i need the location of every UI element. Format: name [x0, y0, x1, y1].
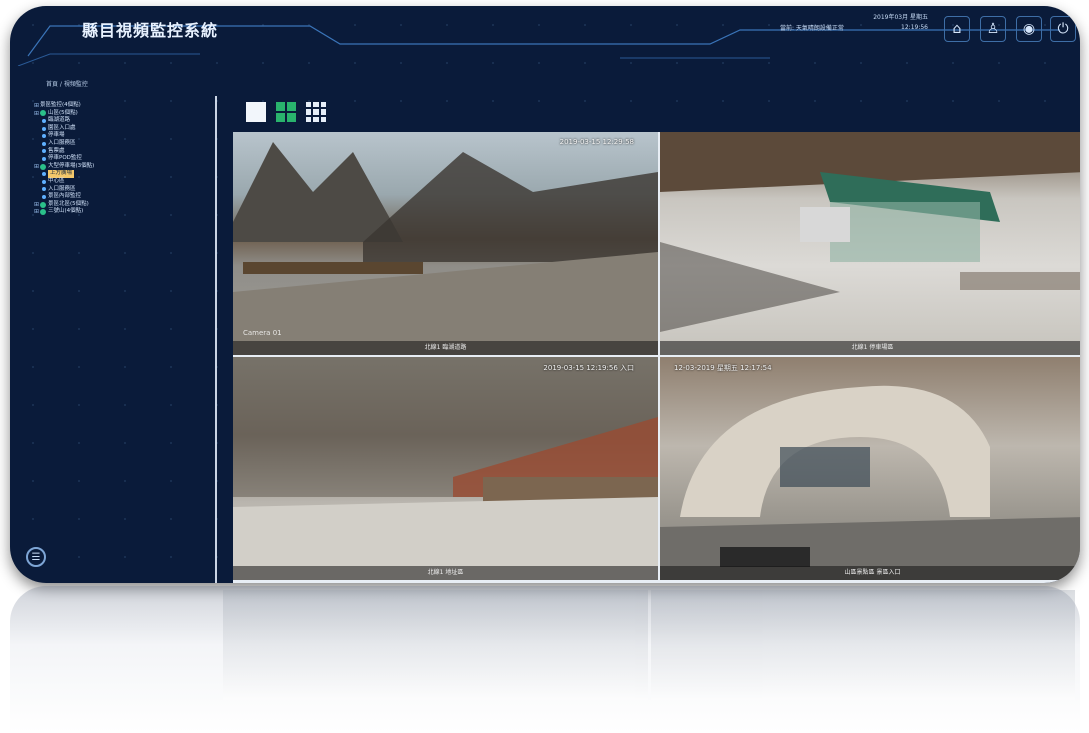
arch-scene — [660, 385, 1080, 580]
power-button[interactable]: ⏻ — [1050, 16, 1076, 42]
device-tree: ⊞ 景區監控(4個點) ⊞ 山區(5個點) 臨湖道路 園區入口處 停車場 入口服務區 售票處 停車… — [34, 102, 94, 216]
time-label: 12:19:56 — [901, 24, 928, 31]
app-title: 縣目視頻監控系統 — [82, 21, 219, 40]
layout-single-button[interactable] — [246, 102, 266, 122]
tree-node[interactable]: 景區內部監控 — [34, 193, 94, 201]
video-label: 北線1 臨湖道路 — [233, 341, 658, 355]
tree-node[interactable]: 入口服務區 — [34, 140, 94, 148]
tree-node-label: 中心區 — [48, 177, 65, 184]
datetime: 2019年03月 星期五 12:19:56 — [868, 13, 928, 33]
camera-icon — [42, 149, 46, 154]
tree-node-label: 上方廣場 — [48, 170, 75, 178]
camera-icon — [42, 141, 46, 146]
plaza-scene — [233, 357, 658, 580]
home-icon: ⌂ — [952, 21, 962, 37]
tree-node[interactable]: 停車POD監控 — [34, 155, 94, 163]
user-button[interactable]: ♙ — [980, 16, 1006, 42]
video-osd: Camera 01 — [243, 329, 282, 337]
video-tile[interactable]: 北線1 停車場區 — [660, 132, 1080, 355]
camera-icon — [42, 156, 46, 161]
camera-icon — [42, 194, 46, 199]
video-grid: 2019-03-15 12:29:58 Camera 01 北線1 臨湖道路 北… — [233, 132, 1080, 583]
group-icon — [40, 209, 46, 216]
tree-node-label: 停車POD監控 — [48, 155, 82, 162]
list-icon: ☰ — [31, 551, 41, 563]
tree-node-label: 停車場 — [48, 132, 65, 139]
camera-icon — [42, 187, 46, 192]
tree-node-label: 三號山(4個點) — [48, 208, 84, 215]
video-timestamp: 2019-03-15 12:19:56 入口 — [543, 364, 634, 372]
video-label: 北線1 停車場區 — [660, 341, 1080, 355]
screen-reflection — [10, 586, 1080, 733]
sidebar: ⊞ 景區監控(4個點) ⊞ 山區(5個點) 臨湖道路 園區入口處 停車場 入口服務區 售票處 停車… — [10, 98, 214, 583]
settings-button[interactable]: ◉ — [1016, 16, 1042, 42]
date-label: 2019年03月 星期五 — [873, 14, 928, 21]
breadcrumb: 首頁 / 視頻監控 — [46, 81, 88, 88]
home-button[interactable]: ⌂ — [944, 16, 970, 42]
parking-scene — [660, 132, 1080, 332]
tree-node[interactable]: 入口服務區 — [34, 186, 94, 194]
menu-button[interactable]: ☰ — [26, 547, 46, 567]
group-icon — [40, 110, 46, 117]
tree-node-label: 入口服務區 — [48, 185, 76, 192]
camera-icon — [42, 179, 46, 184]
tree-node[interactable]: 上方廣場 — [34, 170, 94, 178]
tree-node[interactable]: 中心區 — [34, 178, 94, 186]
video-tile[interactable]: 2019-03-15 12:29:58 Camera 01 北線1 臨湖道路 — [233, 132, 658, 355]
app-window: 縣目視頻監控系統 當前: 天氣晴朗設備正常 2019年03月 星期五 12:19… — [10, 6, 1080, 583]
tree-node[interactable]: 臨湖道路 — [34, 117, 94, 125]
video-tile[interactable]: 12-03-2019 星期五 12:17:54 山區景點區 景區入口 — [660, 357, 1080, 580]
camera-icon — [42, 118, 46, 123]
tree-node-label: 入口服務區 — [48, 139, 76, 146]
group-icon — [40, 201, 46, 208]
tree-node[interactable]: ⊞ 景區監控(4個點) — [34, 102, 94, 110]
camera-icon — [42, 126, 46, 131]
tree-node-label: 景區內部監控 — [48, 193, 82, 200]
tree-node-label: 景區監控(4個點) — [40, 102, 81, 108]
camera-icon — [42, 134, 46, 139]
settings-icon: ◉ — [1022, 21, 1036, 37]
tree-node[interactable]: ⊞ 三號山(4個點) — [34, 208, 94, 216]
user-icon: ♙ — [986, 21, 1000, 37]
camera-icon — [42, 172, 46, 177]
video-timestamp: 2019-03-15 12:29:58 — [559, 138, 634, 146]
sidebar-divider — [215, 96, 217, 583]
mountain-scene — [233, 142, 658, 355]
video-timestamp: 12-03-2019 星期五 12:17:54 — [674, 364, 772, 372]
tree-node-label: 臨湖道路 — [48, 117, 71, 124]
power-icon: ⏻ — [1057, 21, 1069, 37]
video-label: 北線1 地址區 — [233, 566, 658, 580]
layout-nine-button[interactable] — [306, 102, 326, 122]
video-label: 山區景點區 景區入口 — [660, 566, 1080, 580]
group-icon — [40, 163, 46, 170]
layout-quad-button[interactable] — [276, 102, 296, 122]
status-text: 當前: 天氣晴朗設備正常 — [780, 25, 844, 32]
tree-node[interactable]: 停車場 — [34, 132, 94, 140]
layout-switcher — [246, 102, 326, 122]
video-tile[interactable]: 2019-03-15 12:19:56 入口 北線1 地址區 — [233, 357, 658, 580]
